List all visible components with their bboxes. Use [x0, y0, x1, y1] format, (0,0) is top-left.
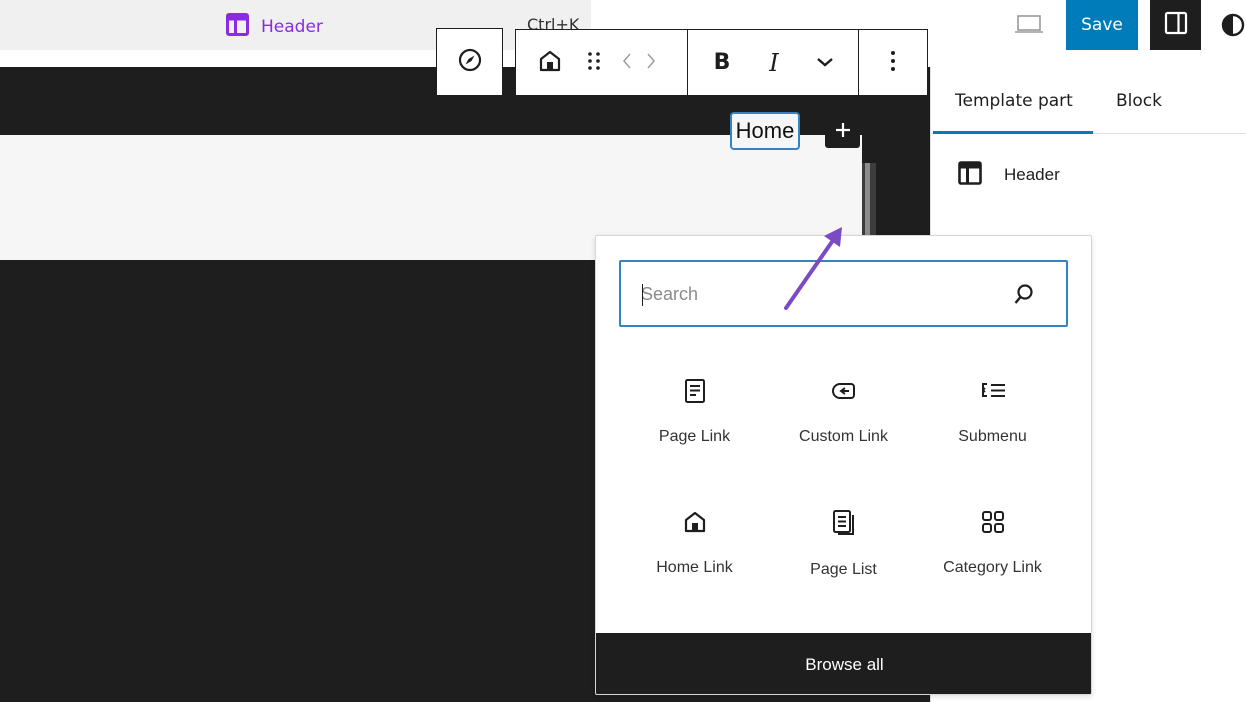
- desktop-preview-icon[interactable]: [1014, 13, 1044, 35]
- template-part-summary: Header: [958, 161, 1060, 189]
- settings-toggle-button[interactable]: [1150, 0, 1201, 50]
- document-title[interactable]: Header: [226, 13, 323, 40]
- toolbar-group-options: [859, 30, 927, 95]
- block-submenu[interactable]: Submenu: [918, 356, 1067, 487]
- template-part-name: Header: [1004, 165, 1060, 184]
- page-list-icon: [831, 509, 857, 541]
- tab-template-part[interactable]: Template part: [933, 67, 1093, 134]
- more-vertical-icon: [890, 49, 896, 77]
- search-icon: [1013, 282, 1035, 310]
- block-label: Custom Link: [799, 428, 888, 445]
- block-page-list[interactable]: Page List: [769, 487, 918, 618]
- block-label: Category Link: [943, 559, 1042, 576]
- navigation-compass-icon: [457, 47, 483, 77]
- text-caret: [642, 284, 643, 306]
- search-input[interactable]: [641, 274, 1001, 314]
- drag-handle[interactable]: [584, 30, 604, 95]
- block-type-button[interactable]: [516, 30, 584, 95]
- more-formats-button[interactable]: [792, 30, 858, 95]
- browse-all-button[interactable]: Browse all: [596, 633, 1091, 694]
- block-label: Page Link: [658, 428, 731, 445]
- scrollbar-thumb[interactable]: [865, 163, 870, 238]
- template-part-icon: [226, 13, 249, 40]
- sidebar-tabs: Template part Block: [931, 67, 1246, 134]
- block-label: Page List: [810, 561, 877, 578]
- document-title-text: Header: [261, 16, 323, 37]
- block-label: Home Link: [656, 559, 733, 576]
- add-block-button[interactable]: [825, 116, 860, 148]
- toolbar-group-block: [516, 30, 688, 95]
- move-left-right-icon: [621, 51, 657, 75]
- block-grid: Page Link Custom Link Submenu Home Link …: [620, 356, 1067, 618]
- toolbar-group-format: B I: [688, 30, 859, 95]
- block-custom-link[interactable]: Custom Link: [769, 356, 918, 487]
- quick-inserter: Page Link Custom Link: [595, 235, 1092, 695]
- custom-link-icon: [831, 378, 857, 408]
- home-icon: [537, 48, 563, 78]
- submenu-icon: [978, 378, 1008, 408]
- block-page-link[interactable]: Page Link: [620, 356, 769, 487]
- chevron-down-icon: [816, 53, 834, 72]
- select-parent-button[interactable]: [436, 28, 503, 96]
- home-icon: [682, 509, 708, 539]
- block-label: Submenu: [958, 428, 1027, 445]
- contrast-icon: [1212, 13, 1246, 40]
- italic-button[interactable]: I: [756, 30, 792, 95]
- navigation-item-home[interactable]: Home: [730, 112, 800, 150]
- drag-handle-icon: [586, 49, 602, 77]
- page-icon: [683, 378, 707, 408]
- block-toolbar: B I: [515, 29, 928, 96]
- category-icon: [980, 509, 1006, 539]
- styles-button[interactable]: [1212, 10, 1246, 40]
- bold-button[interactable]: B: [688, 30, 756, 95]
- block-category-link[interactable]: Category Link: [918, 487, 1067, 618]
- sidebar-panel-icon: [1164, 11, 1188, 39]
- plus-icon: [834, 121, 852, 143]
- search-box[interactable]: [619, 260, 1068, 327]
- template-part-icon: [958, 161, 982, 189]
- canvas-scrollbar[interactable]: [862, 163, 876, 238]
- save-button[interactable]: Save: [1066, 0, 1138, 50]
- tab-block[interactable]: Block: [1116, 67, 1186, 134]
- move-buttons[interactable]: [604, 30, 674, 95]
- options-button[interactable]: [859, 30, 927, 95]
- block-home-link[interactable]: Home Link: [620, 487, 769, 618]
